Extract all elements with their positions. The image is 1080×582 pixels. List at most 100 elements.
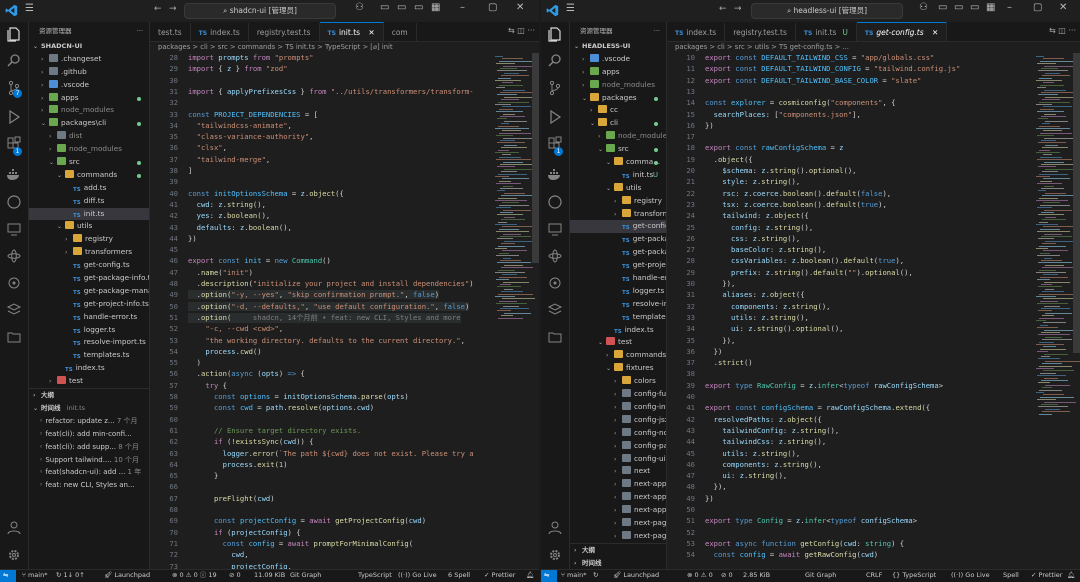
editor-tab[interactable]: registry.test.ts xyxy=(249,23,320,41)
file-item[interactable]: TS logger.ts xyxy=(29,324,149,337)
copilot-icon[interactable]: ⚇ xyxy=(919,2,928,13)
folder-item[interactable]: ›config-none xyxy=(570,427,666,440)
folder-item[interactable]: › apps xyxy=(29,92,149,105)
gitlens-icon[interactable] xyxy=(547,302,563,318)
close-icon[interactable]: ✕ xyxy=(1059,2,1067,13)
git-branch[interactable]: ⑂ main* xyxy=(22,570,47,581)
folder-icon[interactable] xyxy=(6,329,22,345)
github-icon[interactable] xyxy=(6,194,22,210)
run-debug-icon[interactable] xyxy=(6,109,22,125)
file-item[interactable]: TS index.ts xyxy=(29,362,149,375)
compare-icon[interactable]: ⇆ xyxy=(1049,26,1056,35)
file-item[interactable]: TStemplates.ts xyxy=(570,311,666,324)
file-item[interactable]: TS init.ts xyxy=(29,207,149,221)
folder-item[interactable]: › registry xyxy=(570,195,666,208)
folder-item[interactable]: › cc xyxy=(570,104,666,117)
timeline-item[interactable]: ◦ Support tailwind.... 10 个月 xyxy=(29,454,149,467)
source-control-icon[interactable] xyxy=(547,80,563,96)
more-actions-icon[interactable]: ··· xyxy=(137,22,143,40)
remote-explorer-icon[interactable] xyxy=(6,221,22,237)
file-item[interactable]: TS index.ts xyxy=(570,324,666,337)
breadcrumb[interactable]: packages > cli > src > utils > TS get-co… xyxy=(667,42,1080,53)
timeline-item[interactable]: ◦ feat: new CLI, Styles an... xyxy=(29,479,149,492)
layout-customize-icon[interactable]: ▦ xyxy=(431,2,440,13)
folder-item[interactable]: ›next-app-src xyxy=(570,504,666,517)
spell-status[interactable]: 6 Spell xyxy=(448,570,470,581)
go-live[interactable]: ((·)) Go Live xyxy=(398,570,437,581)
menu-icon[interactable]: ☰ xyxy=(566,3,575,14)
folder-item[interactable]: ⌄ comma... xyxy=(570,156,666,169)
forward-arrow-icon[interactable]: → xyxy=(169,4,177,14)
file-item[interactable]: TS get-package-info.ts xyxy=(29,272,149,285)
folder-item[interactable]: › node_modules xyxy=(570,130,666,143)
file-item[interactable]: TS resolve-import.ts xyxy=(29,336,149,349)
language-mode[interactable]: {} TypeScript xyxy=(892,570,936,581)
folder-item[interactable]: ⌄ utils xyxy=(570,182,666,195)
folder-item[interactable]: ›transformers xyxy=(29,246,149,259)
remote-indicator[interactable]: ⇋ xyxy=(0,570,16,582)
account-icon[interactable] xyxy=(6,519,22,535)
search-icon[interactable] xyxy=(547,53,563,69)
folder-item[interactable]: › next xyxy=(570,465,666,478)
folder-item[interactable]: ›next-app-js xyxy=(570,491,666,504)
folder-item[interactable]: › config-full xyxy=(570,388,666,401)
account-icon[interactable] xyxy=(547,519,563,535)
editor-tab[interactable]: TS init.ts ✕ xyxy=(319,22,384,41)
timeline-section[interactable]: ⌄ 时间线 init.ts xyxy=(29,402,149,415)
split-editor-icon[interactable]: ◫ xyxy=(517,26,525,35)
outline-section[interactable]: › 大纲 xyxy=(29,389,149,402)
file-item[interactable]: TSget-config.ts xyxy=(570,220,666,234)
maximize-icon[interactable]: ▢ xyxy=(1033,2,1042,13)
problems-status[interactable]: ⊗ 0 ⚠ 0 ⓘ 19 xyxy=(172,570,217,581)
git-branch[interactable]: ⑂ main* xyxy=(561,570,586,581)
folder-item[interactable]: › config-jsx xyxy=(570,414,666,427)
launchpad[interactable]: 🚀︎ Launchpad xyxy=(613,570,659,581)
spell-status[interactable]: Spell xyxy=(1003,570,1019,581)
timeline-item[interactable]: ◦ feat(shadcn-ui): add ... 1 年 xyxy=(29,466,149,479)
react-icon[interactable] xyxy=(6,248,22,264)
docker-icon[interactable] xyxy=(6,167,22,183)
file-item[interactable]: TSget-project-... xyxy=(570,259,666,272)
tab-close-icon[interactable]: ✕ xyxy=(366,28,374,37)
command-center-search[interactable]: ⌕ headless-ui [管理员] xyxy=(751,3,903,19)
github-icon[interactable] xyxy=(547,194,563,210)
menu-icon[interactable]: ☰ xyxy=(25,3,34,14)
folder-item[interactable]: ⌄ src xyxy=(29,156,149,169)
code-editor[interactable]: 10 export const DEFAULT_TAILWIND_CSS = "a… xyxy=(667,53,1032,570)
folder-item[interactable]: › .changeset xyxy=(29,53,149,66)
timeline-item[interactable]: ◦ feat(cli): add min-confi... xyxy=(29,428,149,441)
folder-item[interactable]: › registry xyxy=(29,233,149,246)
file-item[interactable]: TSget-package-mana... xyxy=(29,285,149,298)
language-mode[interactable]: TypeScript xyxy=(358,570,392,581)
editor-tab[interactable]: test.ts xyxy=(150,23,191,41)
tab-close-icon[interactable]: ✕ xyxy=(930,28,938,37)
outline-section[interactable]: › 大纲 xyxy=(570,544,666,557)
git-graph-icon[interactable] xyxy=(547,275,563,291)
gitlens-icon[interactable] xyxy=(6,302,22,318)
sync-status[interactable]: ↻ 1↓ 0↑ xyxy=(56,570,85,581)
code-editor[interactable]: 28 import prompts from "prompts" 29 import … xyxy=(150,53,491,570)
split-editor-icon[interactable]: ◫ xyxy=(1058,26,1066,35)
git-graph-status[interactable]: Git Graph xyxy=(290,570,321,581)
breadcrumb[interactable]: packages > cli > src > commands > TS ini… xyxy=(150,42,539,53)
prettier-status[interactable]: ✓ Prettier xyxy=(1031,570,1062,581)
more-actions-icon[interactable]: ··· xyxy=(527,26,535,35)
file-item[interactable]: TS diff.ts xyxy=(29,195,149,208)
prettier-status[interactable]: ✓ Prettier xyxy=(484,570,515,581)
file-item[interactable]: TSget-packag... xyxy=(570,233,666,246)
go-live[interactable]: ((·)) Go Live xyxy=(951,570,990,581)
copilot-icon[interactable]: ⚇ xyxy=(355,2,364,13)
folder-item[interactable]: › dist xyxy=(29,130,149,143)
timeline-item[interactable]: ◦ refactor: update z... 7 个月 xyxy=(29,415,149,428)
git-graph-icon[interactable] xyxy=(6,275,22,291)
editor-scrollbar[interactable] xyxy=(1073,53,1080,353)
remote-indicator[interactable]: ⇋ xyxy=(541,570,557,582)
folder-item[interactable]: › apps xyxy=(570,66,666,79)
folder-item[interactable]: ⌄ commands xyxy=(29,169,149,182)
sync-status[interactable]: ↻ xyxy=(593,570,598,581)
layout-secondary-icon[interactable]: ▭ xyxy=(970,2,979,13)
maximize-icon[interactable]: ▢ xyxy=(488,2,497,13)
folder-item[interactable]: ⌄ packages\cli xyxy=(29,117,149,130)
line-ending[interactable]: CRLF xyxy=(866,570,882,581)
file-item[interactable]: TS init.ts U xyxy=(570,169,666,182)
